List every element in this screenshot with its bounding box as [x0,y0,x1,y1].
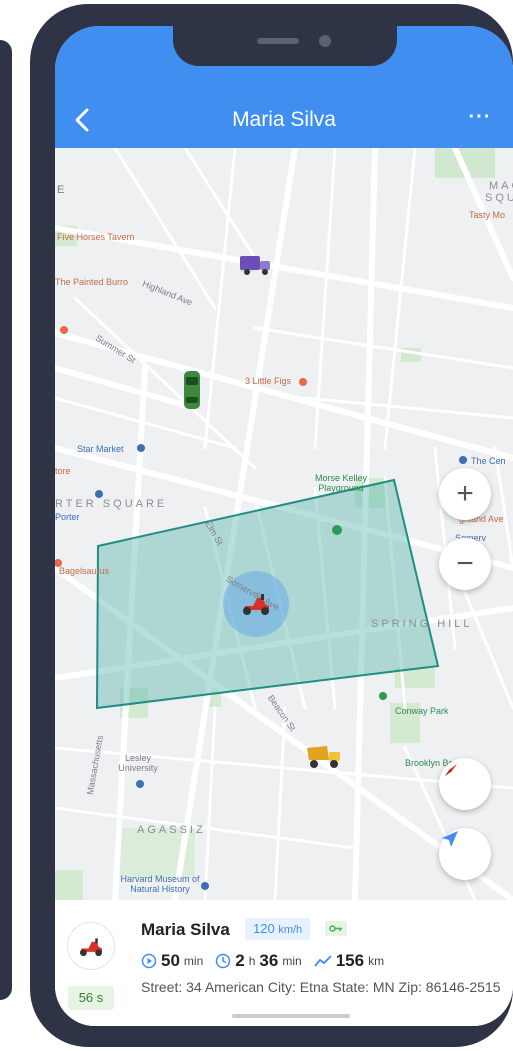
route-trend-icon [313,955,332,967]
map-label-e: E [57,184,65,196]
duration-value: 50 [161,951,180,970]
map-label-painted-burro: The Painted Burro [55,277,129,287]
map-view[interactable]: Five Horses Tavern The Painted Burro 3 L… [55,148,513,900]
clock-icon [216,953,231,969]
key-badge [325,921,347,936]
map-label-porter: Porter [55,512,80,522]
compass-icon [445,764,457,776]
vehicle-info-panel[interactable]: 56 s Maria Silva 120 km/h 50 min 2 h 36 … [55,900,513,1026]
map-label-five-horses: Five Horses Tavern [57,232,135,242]
app-bar: Maria Silva ··· [55,26,513,148]
vehicle-avatar [67,922,115,970]
time-hours-value: 2 [235,951,245,970]
front-camera [319,35,331,47]
time-hours-unit: h [248,954,256,968]
map-label-tore: tore [55,466,71,476]
navigation-arrow-icon [442,831,458,847]
plus-icon: + [456,477,474,510]
map-label-conway-park: Conway Park [395,706,449,716]
zoom-out-button[interactable]: − [439,538,491,590]
map-label-morse-kelley: Morse Kelley Playground [314,473,368,493]
speaker-grille [257,38,299,44]
map-label-tasty-mo: Tasty Mo [469,210,506,220]
compass-button[interactable] [439,758,491,810]
map-label-squ: SQU [485,192,513,204]
last-update-badge: 56 s [68,986,114,1010]
duration-stat: 50 min [141,951,203,971]
speed-unit: km/h [278,924,303,936]
address-text: Street: 34 American City: Etna State: MN… [141,979,501,995]
page-title: Maria Silva [232,108,336,131]
map-label-porter-square: RTER SQUARE [55,498,168,510]
map-label-spring-hill: SPRING HILL [371,618,473,630]
app-screen: Maria Silva ··· Five Horses Tavern The P… [55,26,513,1026]
key-icon [329,925,342,932]
map-label-bagelsaurus: Bagelsaurus [59,566,110,576]
scooter-icon [243,594,269,615]
minus-icon: − [456,547,474,580]
speed-value: 120 [253,921,275,936]
truck-icon [240,256,270,275]
map-label-star-market: Star Market [77,444,124,454]
more-options-button[interactable]: ··· [465,106,495,132]
more-icon: ··· [468,106,492,128]
map-label-agassiz: AGASSIZ [137,824,206,836]
time-minutes-unit: min [282,954,302,968]
dump-truck-icon [307,746,340,768]
map-label-the-cen: The Cen [471,456,506,466]
adjacent-phone-edge [0,40,12,1000]
distance-value: 156 [335,951,365,970]
scooter-icon [80,938,102,957]
distance-unit: km [368,954,385,968]
duration-unit: min [183,954,204,968]
trip-stats: 50 min 2 h 36 min 156 km [141,950,384,972]
map-label-harvard-museum: Harvard Museum of Natural History [120,874,200,894]
map-label-mac: MAC [489,180,513,192]
my-location-button[interactable] [439,828,491,880]
time-stat: 2 h 36 min [215,951,302,971]
car-icon [184,371,200,409]
map-label-3-little-figs: 3 Little Figs [245,376,292,386]
map-label-lesley-university: Lesley University [118,753,158,773]
home-indicator[interactable] [232,1014,350,1018]
vehicle-name: Maria Silva [141,920,230,939]
zoom-in-button[interactable]: + [439,468,491,520]
phone-notch [173,26,397,66]
distance-stat: 156 km [313,951,385,971]
speed-badge: 120 km/h [245,918,311,940]
play-circle-icon [141,953,157,969]
time-minutes-value: 36 [259,951,279,970]
